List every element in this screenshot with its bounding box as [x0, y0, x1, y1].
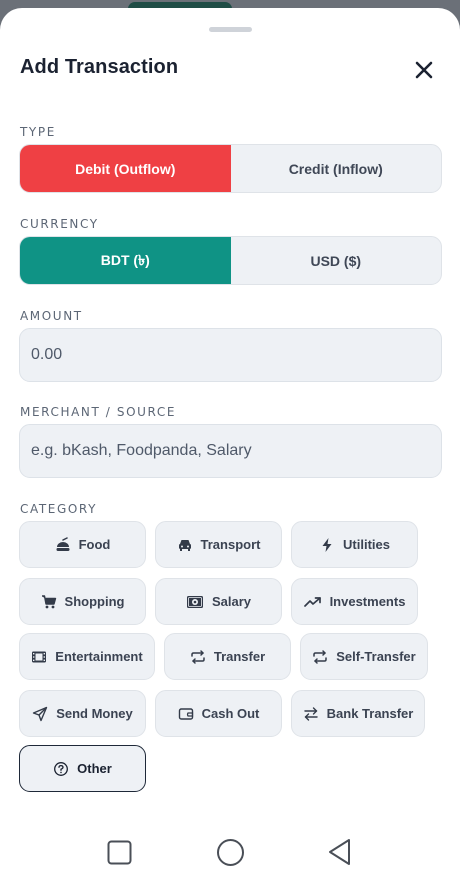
category-bank-transfer[interactable]: Bank Transfer [291, 690, 425, 737]
chip-label: Cash Out [201, 706, 260, 721]
swap-icon [303, 706, 318, 721]
chip-label: Food [78, 537, 111, 552]
repeat-icon [191, 649, 205, 664]
type-selector: Debit (Outflow) Credit (Inflow) [19, 144, 442, 193]
debit-option[interactable]: Debit (Outflow) [20, 145, 231, 192]
category-utilities[interactable]: Utilities [291, 521, 418, 568]
film-icon [32, 651, 47, 662]
category-food[interactable]: Food [19, 521, 146, 568]
chip-label: Bank Transfer [326, 706, 414, 721]
drag-handle[interactable] [209, 27, 252, 32]
page-title: Add Transaction [20, 56, 179, 78]
bolt-icon [322, 537, 332, 552]
category-label: CATEGORY [20, 502, 98, 516]
amount-input[interactable]: 0.00 [19, 328, 442, 382]
close-icon [415, 61, 433, 79]
category-investments[interactable]: Investments [291, 578, 418, 625]
category-send-money[interactable]: Send Money [19, 690, 146, 737]
chip-label: Shopping [64, 594, 125, 609]
merchant-input[interactable]: e.g. bKash, Foodpanda, Salary [19, 424, 442, 478]
credit-option[interactable]: Credit (Inflow) [231, 145, 442, 192]
category-transfer[interactable]: Transfer [164, 633, 291, 680]
send-icon [33, 706, 48, 721]
chip-label: Investments [329, 594, 406, 609]
chip-label: Entertainment [55, 649, 143, 664]
system-navbar [0, 825, 460, 879]
food-icon [56, 536, 70, 551]
merchant-label: MERCHANT / SOURCE [20, 405, 177, 419]
back-triangle-icon[interactable] [327, 838, 353, 866]
add-transaction-sheet: Add Transaction TYPE Debit (Outflow) Cre… [0, 8, 460, 825]
help-circle-icon [54, 761, 69, 776]
car-icon [178, 539, 191, 551]
currency-selector: BDT (৳) USD ($) [19, 236, 442, 285]
category-other[interactable]: Other [19, 745, 146, 792]
category-salary[interactable]: Salary [155, 578, 282, 625]
chip-label: Other [77, 761, 112, 776]
chip-label: Transfer [213, 649, 266, 664]
bdt-option[interactable]: BDT (৳) [20, 237, 231, 284]
chip-label: Transport [200, 537, 261, 552]
chip-label: Utilities [343, 537, 390, 552]
repeat-icon [313, 649, 327, 664]
chip-label: Send Money [56, 706, 133, 721]
category-shopping[interactable]: Shopping [19, 578, 146, 625]
usd-option[interactable]: USD ($) [231, 237, 442, 284]
category-entertainment[interactable]: Entertainment [19, 633, 155, 680]
amount-label: AMOUNT [20, 309, 83, 323]
category-transport[interactable]: Transport [155, 521, 282, 568]
close-button[interactable] [410, 56, 438, 84]
currency-label: CURRENCY [20, 217, 99, 231]
category-self-transfer[interactable]: Self-Transfer [300, 633, 428, 680]
home-circle-icon[interactable] [216, 838, 245, 867]
category-cash-out[interactable]: Cash Out [155, 690, 282, 737]
wallet-icon [178, 707, 193, 720]
cash-icon [186, 595, 203, 608]
type-label: TYPE [20, 125, 56, 139]
chip-label: Salary [211, 594, 252, 609]
cart-icon [41, 594, 56, 608]
recents-square-icon[interactable] [107, 840, 132, 865]
trending-up-icon [303, 596, 321, 607]
chip-label: Self-Transfer [336, 649, 416, 664]
